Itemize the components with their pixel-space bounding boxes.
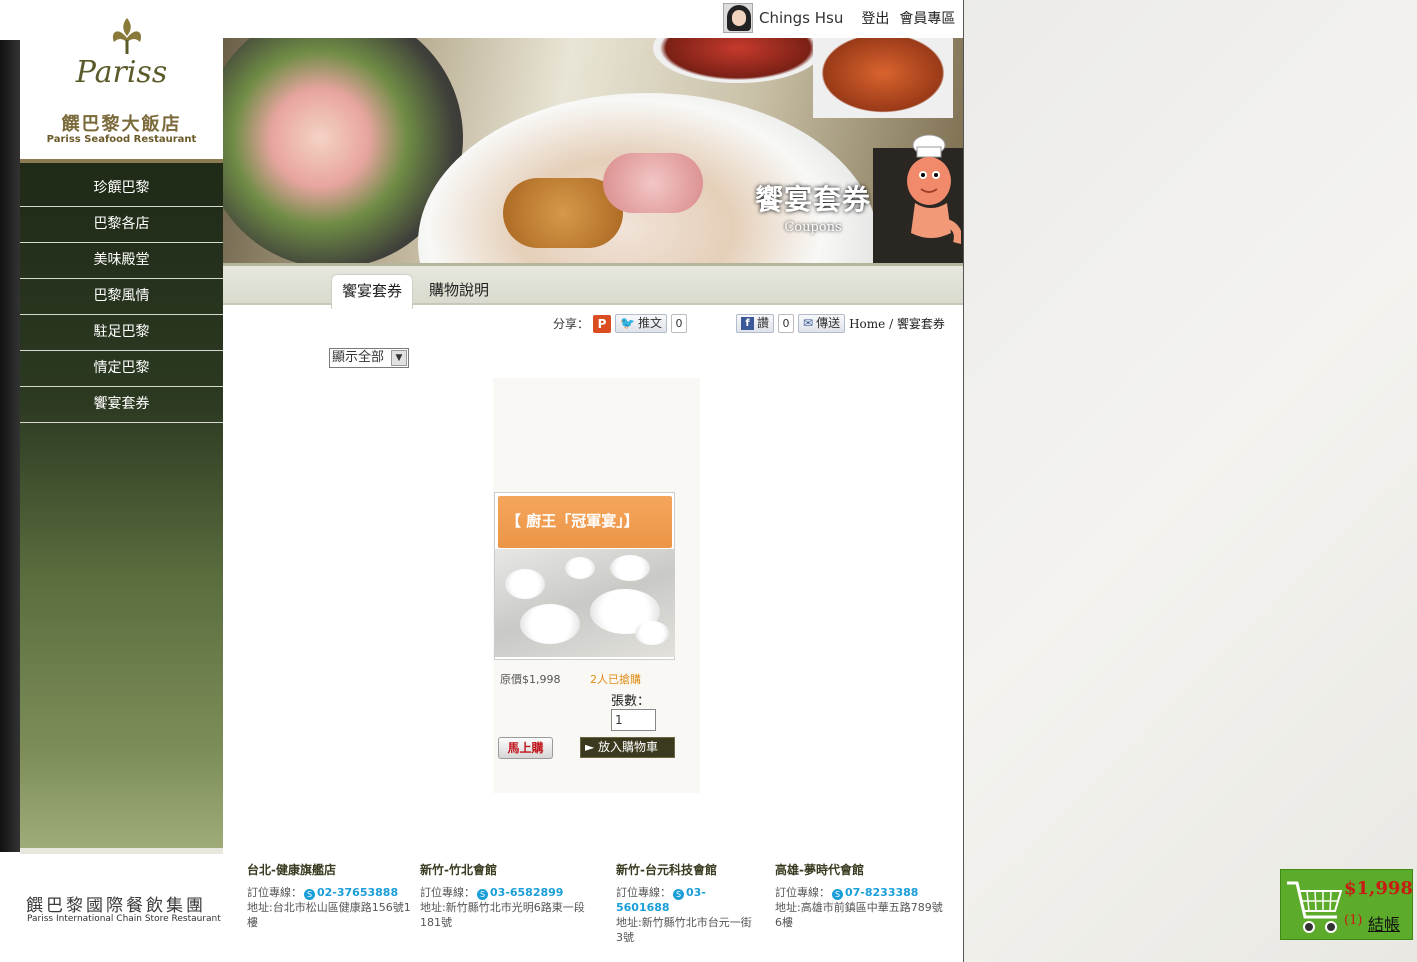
sidebar-item-style[interactable]: 巴黎風情 (20, 279, 223, 315)
quantity-input[interactable]: 1 (611, 709, 656, 731)
share-bar: 分享： P 🐦 推文 0 (553, 314, 687, 333)
chef-shrimp-mascot-icon (907, 134, 961, 245)
kimchi-dish-image (813, 38, 953, 118)
store-address: 地址:高雄市前鎮區中華五路789號6樓 (775, 901, 943, 929)
store-info: 新竹-台元科技會館 訂位專線： S 03-5601688 地址:新竹縣竹北市台元一街… (616, 863, 756, 945)
store-address: 地址:台北市松山區健康路156號1樓 (247, 901, 411, 929)
sidebar-footer-bar (20, 848, 223, 854)
store-name[interactable]: 新竹-台元科技會館 (616, 863, 756, 878)
user-name[interactable]: Chings Hsu (759, 9, 843, 27)
sidebar-item-wedding[interactable]: 情定巴黎 (20, 351, 223, 387)
facebook-icon: f (741, 317, 754, 330)
tab-bar: 饗宴套券 購物說明 (223, 263, 963, 309)
store-name[interactable]: 高雄-夢時代會館 (775, 863, 945, 878)
shopping-cart-icon (1287, 881, 1343, 933)
tel-label: 訂位專線： (247, 886, 302, 899)
footer-group-english: Pariss International Chain Store Restaur… (27, 914, 221, 924)
sidebar-item-treasure[interactable]: 珍饌巴黎 (20, 171, 223, 207)
store-address: 地址:新竹縣竹北市台元一街3號 (616, 916, 752, 944)
member-area-link[interactable]: 會員專區 (899, 8, 955, 28)
add-to-cart-button[interactable]: ► 放入購物車 (580, 737, 675, 758)
product-card[interactable]: 【 廚王「冠軍宴」】 (494, 492, 675, 660)
facebook-bar: f 讚 0 ✉ 傳送 Home / 饗宴套券 (736, 314, 945, 333)
banner-subtitle: Coupons (784, 220, 842, 235)
logo-english-name: Pariss Seafood Restaurant (46, 134, 197, 145)
send-bubble-icon: ✉ (803, 316, 814, 330)
tweet-label: 推文 (637, 316, 662, 330)
store-phone[interactable]: 03-6582899 (490, 886, 563, 899)
sidebar-nav: 珍饌巴黎 巴黎各店 美味殿堂 巴黎風情 駐足巴黎 情定巴黎 饗宴套券 (20, 171, 223, 423)
cart-item-count: (1) (1344, 913, 1363, 928)
fb-send-label: 傳送 (816, 316, 841, 330)
tel-label: 訂位專線： (616, 886, 671, 899)
footer-group-name: 饌巴黎國際餐飲集團 (26, 896, 206, 916)
store-info: 高雄-夢時代會館 訂位專線： S 07-8233388 地址:高雄市前鎮區中華五路7… (775, 863, 945, 930)
breadcrumb[interactable]: Home / 饗宴套券 (849, 315, 945, 332)
twitter-bird-icon: 🐦 (620, 316, 635, 330)
fb-like-label: 讚 (757, 316, 770, 330)
sidebar-item-branches[interactable]: 巴黎各店 (20, 207, 223, 243)
logo-chinese-name: 饌巴黎大飯店 (61, 114, 182, 135)
store-name[interactable]: 台北-健康旗艦店 (247, 863, 417, 878)
store-address: 地址:新竹縣竹北市光明6路東一段181號 (420, 901, 585, 929)
fb-send-button[interactable]: ✉ 傳送 (798, 314, 846, 333)
banner-title: 饗宴套券 (754, 183, 871, 216)
product-title[interactable]: 【 廚王「冠軍宴」】 (498, 496, 672, 548)
tab-coupons[interactable]: 饗宴套券 (331, 274, 414, 309)
skype-icon[interactable]: S (673, 889, 684, 900)
avatar[interactable] (723, 3, 753, 33)
pepper-dish-image (653, 38, 823, 83)
store-name[interactable]: 新竹-竹北會館 (420, 863, 590, 878)
skype-icon[interactable]: S (832, 889, 843, 900)
product-photo[interactable] (495, 549, 675, 657)
store-phone[interactable]: 07-8233388 (845, 886, 918, 899)
left-edge-strip (0, 40, 20, 852)
plurk-icon[interactable]: P (593, 314, 612, 333)
tab-shopping-guide[interactable]: 購物說明 (419, 274, 499, 308)
logout-link[interactable]: 登出 (861, 8, 889, 28)
cart-total: $1,998 (1344, 878, 1413, 899)
logo-wordmark: Pariss (75, 55, 168, 90)
skype-icon[interactable]: S (477, 889, 488, 900)
sidebar-item-coupons[interactable]: 饗宴套券 (20, 387, 223, 423)
floating-cart[interactable]: $1,998 (1) 結帳 (1280, 869, 1413, 940)
sidebar-item-stay[interactable]: 駐足巴黎 (20, 315, 223, 351)
site-logo[interactable]: Pariss 饌巴黎大飯店 Pariss Seafood Restaurant (20, 0, 223, 163)
category-filter-select[interactable]: 顯示全部 ▼ (329, 348, 409, 368)
tel-label: 訂位專線： (775, 886, 830, 899)
footer: 饌巴黎國際餐飲集團 Pariss International Chain Sto… (0, 855, 963, 962)
quantity-label: 張數： (611, 694, 651, 709)
share-label: 分享： (553, 317, 590, 331)
sidebar: 珍饌巴黎 巴黎各店 美味殿堂 巴黎風情 駐足巴黎 情定巴黎 饗宴套券 (20, 163, 223, 853)
sold-count: 2人已搶購 (590, 673, 641, 686)
sidebar-item-cuisine[interactable]: 美味殿堂 (20, 243, 223, 279)
store-info: 新竹-竹北會館 訂位專線： S 03-6582899 地址:新竹縣竹北市光明6路東一… (420, 863, 590, 930)
buy-now-button[interactable]: 馬上購 (498, 737, 553, 759)
chevron-down-icon: ▼ (391, 350, 407, 366)
store-phone[interactable]: 02-37653888 (317, 886, 398, 899)
skype-icon[interactable]: S (304, 889, 315, 900)
store-info: 台北-健康旗艦店 訂位專線： S 02-37653888 地址:台北市松山區健康路1… (247, 863, 417, 930)
fb-like-button[interactable]: f 讚 (736, 314, 775, 333)
original-price: 原價$1,998 (500, 673, 561, 686)
fb-like-count: 0 (778, 314, 795, 333)
tweet-button[interactable]: 🐦 推文 (615, 314, 667, 333)
tweet-count: 0 (670, 314, 687, 333)
checkout-link[interactable]: 結帳 (1368, 911, 1400, 935)
user-bar: Chings Hsu 登出 會員專區 (723, 2, 955, 34)
fleur-emblem-icon (112, 18, 142, 54)
sashimi-image (603, 153, 703, 213)
filter-selected-value: 顯示全部 (332, 350, 385, 365)
hero-banner: 饗宴套券 Coupons (223, 38, 963, 263)
tel-label: 訂位專線： (420, 886, 475, 899)
